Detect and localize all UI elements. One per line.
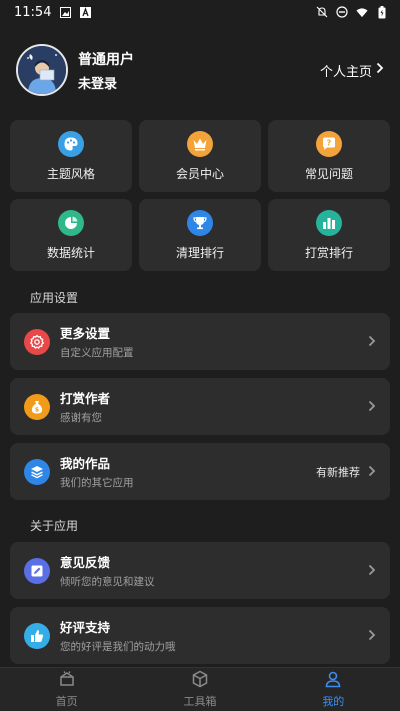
row-right <box>368 626 376 645</box>
mute-icon <box>316 6 328 18</box>
image-icon <box>59 6 71 18</box>
row-good-review[interactable]: 好评支持 您的好评是我们的动力哦 <box>10 607 390 664</box>
status-left: 11:54 <box>14 5 91 20</box>
new-recommendation-badge: 有新推荐 <box>316 465 360 479</box>
battery-icon <box>376 5 388 18</box>
chevron-right-icon <box>368 626 376 645</box>
row-title: 我的作品 <box>60 456 111 471</box>
tile-reward-ranking[interactable]: 打赏排行 <box>268 199 390 271</box>
tab-toolbox[interactable]: 工具箱 <box>133 668 266 711</box>
row-right <box>368 397 376 416</box>
user-name: 普通用户 <box>78 51 134 68</box>
chevron-right-icon <box>376 62 384 78</box>
row-text: 意见反馈 倾听您的意见和建议 <box>60 552 155 589</box>
status-bar: 11:54 <box>0 0 400 24</box>
row-reward-author[interactable]: $ 打赏作者 感谢有您 <box>10 378 390 435</box>
dnd-icon <box>336 6 348 18</box>
chevron-right-icon <box>368 462 376 481</box>
tile-label: 主题风格 <box>46 166 95 181</box>
edit-icon <box>24 557 50 584</box>
chevron-right-icon <box>368 397 376 416</box>
tile-faq[interactable]: ? 常见问题 <box>268 120 390 192</box>
profile-text: 普通用户 未登录 <box>78 49 134 92</box>
row-title: 更多设置 <box>60 326 111 341</box>
home-icon <box>58 670 76 692</box>
avatar[interactable] <box>16 44 68 96</box>
row-right <box>368 561 376 580</box>
bar-chart-icon <box>316 209 342 236</box>
status-right <box>316 5 388 18</box>
chevron-right-icon <box>368 332 376 351</box>
tab-mine[interactable]: 我的 <box>267 668 400 711</box>
row-my-works[interactable]: 我的作品 我们的其它应用 有新推荐 <box>10 443 390 500</box>
question-chat-icon: ? <box>316 130 342 157</box>
personal-homepage-link[interactable]: 个人主页 <box>320 61 384 80</box>
tile-member-center[interactable]: 会员中心 <box>139 120 261 192</box>
row-title: 意见反馈 <box>60 555 111 570</box>
row-subtitle: 倾听您的意见和建议 <box>60 576 155 588</box>
tile-cleanup-ranking[interactable]: 清理排行 <box>139 199 261 271</box>
crown-icon <box>187 130 213 157</box>
tile-data-stats[interactable]: 数据统计 <box>10 199 132 271</box>
row-text: 更多设置 自定义应用配置 <box>60 323 134 360</box>
trophy-icon <box>187 209 213 236</box>
row-subtitle: 我们的其它应用 <box>60 477 134 489</box>
tab-label: 我的 <box>322 695 345 708</box>
font-icon <box>79 6 91 18</box>
bottom-tab-bar: 首页 工具箱 我的 <box>0 667 400 711</box>
pie-chart-icon <box>58 209 84 236</box>
tile-label: 数据统计 <box>46 245 95 260</box>
row-subtitle: 感谢有您 <box>60 412 102 424</box>
status-time: 11:54 <box>14 4 52 20</box>
row-title: 打赏作者 <box>60 391 111 406</box>
svg-text:$: $ <box>35 406 39 413</box>
tile-label: 会员中心 <box>175 166 224 181</box>
tile-label: 清理排行 <box>175 245 224 260</box>
feature-grid: 主题风格 会员中心 ? 常见问题 数据统计 清理排行 打赏排行 <box>10 120 390 271</box>
tab-label: 首页 <box>55 695 78 708</box>
row-text: 好评支持 您的好评是我们的动力哦 <box>60 617 176 654</box>
wifi-icon <box>356 6 368 18</box>
personal-homepage-label: 个人主页 <box>319 64 372 80</box>
person-icon <box>324 670 342 692</box>
login-status[interactable]: 未登录 <box>78 73 134 92</box>
row-text: 我的作品 我们的其它应用 <box>60 453 134 490</box>
row-title: 好评支持 <box>60 620 111 635</box>
row-subtitle: 您的好评是我们的动力哦 <box>60 641 176 653</box>
chevron-right-icon <box>368 561 376 580</box>
profile-header: 普通用户 未登录 个人主页 <box>16 44 384 96</box>
tab-home[interactable]: 首页 <box>0 668 133 711</box>
section-title-app-settings: 应用设置 <box>30 291 79 305</box>
toolbox-icon <box>191 670 209 692</box>
row-text: 打赏作者 感谢有您 <box>60 388 110 425</box>
section-title-about-app: 关于应用 <box>30 519 79 533</box>
layers-icon <box>24 458 50 485</box>
tile-label: 常见问题 <box>304 166 353 181</box>
tile-label: 打赏排行 <box>304 245 353 260</box>
settings-icon <box>24 328 50 355</box>
thumbs-up-icon <box>24 622 50 649</box>
money-bag-icon: $ <box>24 393 50 420</box>
svg-text:?: ? <box>327 138 332 147</box>
row-right: 有新推荐 <box>316 462 376 481</box>
row-subtitle: 自定义应用配置 <box>60 347 134 359</box>
row-more-settings[interactable]: 更多设置 自定义应用配置 <box>10 313 390 370</box>
tab-label: 工具箱 <box>183 695 217 708</box>
tile-theme-style[interactable]: 主题风格 <box>10 120 132 192</box>
palette-icon <box>58 130 84 157</box>
row-feedback[interactable]: 意见反馈 倾听您的意见和建议 <box>10 542 390 599</box>
row-right <box>368 332 376 351</box>
